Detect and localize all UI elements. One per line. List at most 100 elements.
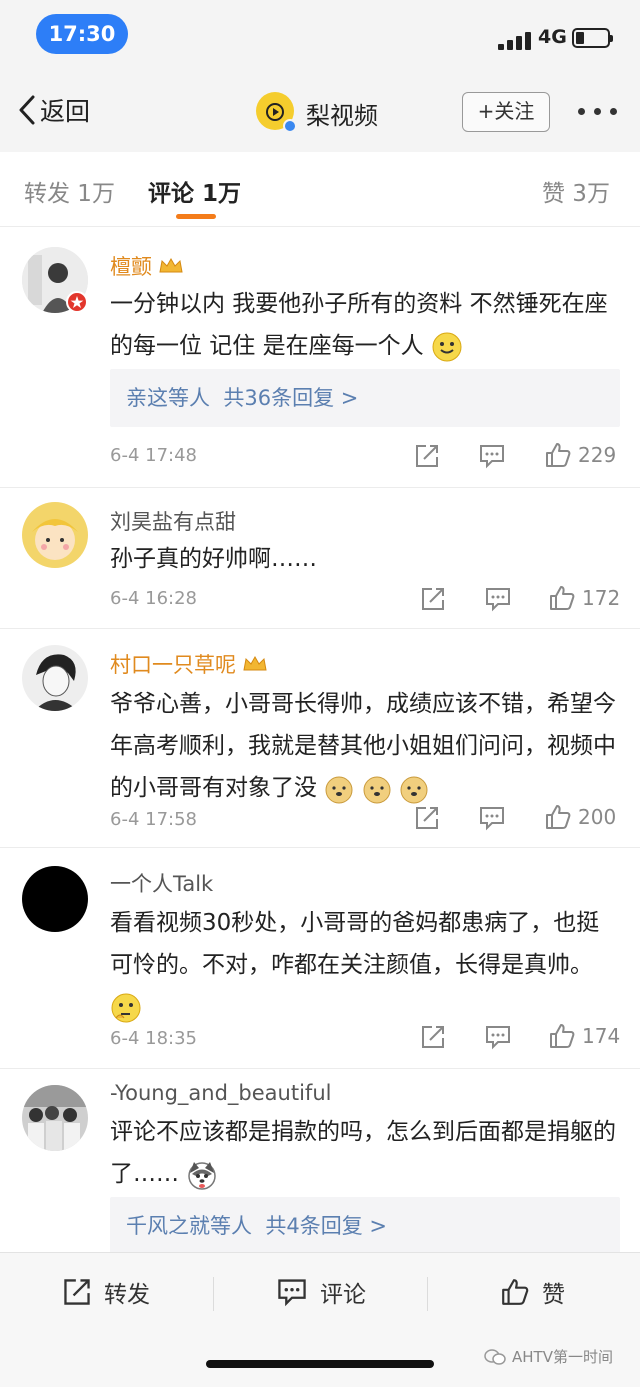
reply-button[interactable] (484, 586, 512, 612)
comment-item: 刘昊盐有点甜 孙子真的好帅啊…… 6-4 16:28 172 (0, 488, 640, 629)
like-count: 229 (578, 443, 617, 467)
verified-badge-icon (283, 119, 297, 133)
comment-time: 6-4 18:35 (110, 1028, 197, 1049)
comment-body: 看看视频30秒处，小哥哥的爸妈都患病了，也挺可怜的。不对，咋都在关注颜值，长得是… (110, 910, 600, 978)
comment-text: 爷爷心善，小哥哥长得帅，成绩应该不错，希望今年高考顺利，我就是替其他小姐姐们问问… (110, 683, 620, 809)
comment-button[interactable]: 评论 (276, 1275, 366, 1309)
comment-label: 评论 (320, 1282, 366, 1308)
like-label: 赞 (542, 1282, 565, 1308)
comment-icon (480, 445, 504, 469)
comment-icon (278, 1279, 306, 1307)
chevron-left-icon (19, 95, 35, 125)
thumbs-up-icon (550, 1024, 575, 1048)
avatar[interactable] (22, 645, 88, 711)
status-time: 17:30 (36, 14, 128, 54)
thinking-emoji-icon (111, 993, 141, 1022)
more-icon[interactable] (578, 108, 618, 118)
like-button[interactable]: 172 (548, 584, 620, 612)
cartoon-avatar-icon (22, 502, 88, 568)
like-count: 174 (582, 1024, 621, 1048)
comment-author[interactable]: 村口一只草呢 (110, 649, 268, 679)
like-button[interactable]: 229 (544, 441, 616, 469)
group-photo-avatar-icon (22, 1085, 88, 1151)
status-bar: 17:30 4G (0, 0, 640, 70)
back-button[interactable]: 返回 (18, 92, 90, 128)
sketch-avatar-icon (22, 645, 88, 711)
share-icon (422, 1026, 444, 1048)
thumbs-up-icon (546, 805, 571, 829)
doge-emoji-icon (400, 776, 428, 803)
avatar[interactable] (22, 866, 88, 932)
reply-count: 共36条回复 > (223, 386, 359, 410)
smile-emoji-icon (432, 332, 462, 361)
comment-time: 6-4 16:28 (110, 588, 197, 609)
back-label: 返回 (40, 97, 91, 126)
tab-repost[interactable]: 转发 1万 (24, 174, 115, 208)
avatar[interactable] (22, 502, 88, 568)
comment-text: 看看视频30秒处，小哥哥的爸妈都患病了，也挺可怜的。不对，咋都在关注颜值，长得是… (110, 902, 620, 1028)
network-type: 4G (538, 26, 567, 48)
comment-author[interactable]: -Young_and_beautiful (110, 1081, 331, 1105)
reply-button[interactable] (484, 1024, 512, 1050)
author-name: -Young_and_beautiful (110, 1081, 332, 1105)
comment-time: 6-4 17:48 (110, 445, 197, 466)
comment-item: 檀颤 一分钟以内 我要他孙子所有的资料 不然锤死在座的每一位 记住 是在座每一个… (0, 227, 640, 488)
tab-comments[interactable]: 评论 1万 (148, 174, 241, 208)
account-avatar[interactable] (256, 92, 297, 133)
thumbs-up-icon (550, 586, 575, 610)
share-icon (422, 588, 444, 610)
watermark-text: AHTV第一时间 (512, 1348, 613, 1366)
like-button[interactable]: 174 (548, 1022, 620, 1050)
comment-icon (486, 1026, 510, 1050)
comment-time: 6-4 17:58 (110, 809, 197, 830)
repost-button[interactable]: 转发 (62, 1275, 150, 1309)
share-icon (416, 807, 438, 829)
author-name: 一个人Talk (110, 872, 214, 896)
crown-icon (243, 655, 267, 671)
comment-icon (480, 807, 504, 831)
reply-authors: 亲这等人 (126, 386, 210, 410)
share-button[interactable] (420, 1024, 446, 1050)
share-icon (416, 445, 438, 467)
share-button[interactable] (414, 443, 440, 469)
divider (213, 1277, 214, 1311)
comment-text: 评论不应该都是捐款的吗，怎么到后面都是捐躯的了…… (110, 1111, 620, 1195)
comment-item: 村口一只草呢 爷爷心善，小哥哥长得帅，成绩应该不错，希望今年高考顺利，我就是替其… (0, 629, 640, 848)
tab-bar: 转发 1万 评论 1万 赞 3万 (0, 152, 640, 227)
reply-authors: 千风之就等人 (126, 1214, 252, 1238)
comment-text: 一分钟以内 我要他孙子所有的资料 不然锤死在座的每一位 记住 是在座每一个人 (110, 283, 620, 367)
reply-button[interactable] (478, 443, 506, 469)
vip-badge-icon (66, 291, 88, 313)
crown-icon (159, 257, 183, 273)
like-count: 200 (578, 805, 617, 829)
reply-button[interactable] (478, 805, 506, 831)
tab-likes[interactable]: 赞 3万 (542, 174, 610, 208)
comment-body: 孙子真的好帅啊…… (110, 546, 317, 572)
replies-summary[interactable]: 千风之就等人 共4条回复 > (110, 1197, 620, 1255)
author-name: 村口一只草呢 (110, 653, 236, 677)
doge-emoji-icon (325, 776, 353, 803)
wechat-icon (484, 1348, 506, 1365)
home-indicator[interactable] (206, 1360, 434, 1368)
comment-text: 孙子真的好帅啊…… (110, 538, 620, 580)
husky-emoji-icon (188, 1161, 217, 1190)
follow-button[interactable]: +关注 (462, 92, 550, 132)
account-name[interactable]: 梨视频 (306, 96, 378, 131)
like-post-button[interactable]: 赞 (500, 1275, 565, 1309)
avatar[interactable] (22, 1085, 88, 1151)
replies-summary[interactable]: 亲这等人 共36条回复 > (110, 369, 620, 427)
watermark: AHTV第一时间 (484, 1346, 613, 1367)
share-button[interactable] (420, 586, 446, 612)
reply-count: 共4条回复 > (265, 1214, 387, 1238)
comment-author[interactable]: 一个人Talk (110, 868, 213, 898)
thumbs-up-icon (502, 1279, 529, 1305)
play-logo-icon (266, 103, 284, 121)
battery-icon (572, 28, 613, 48)
signal-icon (498, 30, 532, 50)
comment-item: -Young_and_beautiful 评论不应该都是捐款的吗，怎么到后面都是… (0, 1069, 640, 1255)
author-name: 刘昊盐有点甜 (110, 510, 236, 534)
comment-author[interactable]: 檀颤 (110, 251, 184, 281)
comment-author[interactable]: 刘昊盐有点甜 (110, 506, 236, 536)
share-button[interactable] (414, 805, 440, 831)
like-button[interactable]: 200 (544, 803, 616, 831)
